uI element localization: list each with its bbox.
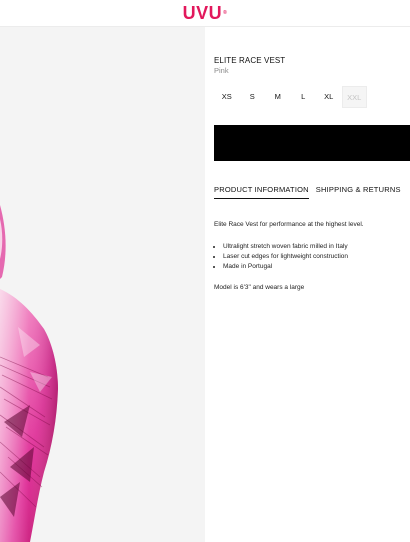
tab-shipping-returns[interactable]: SHIPPING & RETURNS <box>316 185 401 199</box>
brand-logo-text: UVU <box>182 3 223 23</box>
model-size-note: Model is 6'3" and wears a large <box>214 284 305 292</box>
product-image[interactable] <box>0 27 205 542</box>
size-selector: XS S M L XL XXL <box>214 86 367 108</box>
size-option-xs[interactable]: XS <box>214 86 240 108</box>
size-option-xl[interactable]: XL <box>316 86 342 108</box>
product-photo-icon <box>0 27 205 542</box>
tab-product-information[interactable]: PRODUCT INFORMATION <box>214 185 309 199</box>
product-color: Pink <box>214 66 229 75</box>
size-option-m[interactable]: M <box>265 86 291 108</box>
add-to-cart-button[interactable] <box>214 125 410 161</box>
size-option-xxl[interactable]: XXL <box>341 86 367 108</box>
site-header: UVU® <box>0 0 410 27</box>
product-tabs: PRODUCT INFORMATION SHIPPING & RETURNS <box>214 185 410 199</box>
description-intro: Elite Race Vest for performance at the h… <box>214 221 364 228</box>
feature-list: Ultralight stretch woven fabric milled i… <box>214 242 410 271</box>
feature-item: Ultralight stretch woven fabric milled i… <box>223 242 410 252</box>
feature-item: Laser cut edges for lightweight construc… <box>223 252 410 262</box>
brand-logo[interactable]: UVU® <box>0 3 410 23</box>
size-option-s[interactable]: S <box>240 86 266 108</box>
registered-mark: ® <box>223 10 228 16</box>
feature-item: Made in Portugal <box>223 262 410 272</box>
size-option-l[interactable]: L <box>291 86 317 108</box>
product-description: Elite Race Vest for performance at the h… <box>214 220 410 292</box>
product-name: ELITE RACE VEST <box>214 56 286 65</box>
